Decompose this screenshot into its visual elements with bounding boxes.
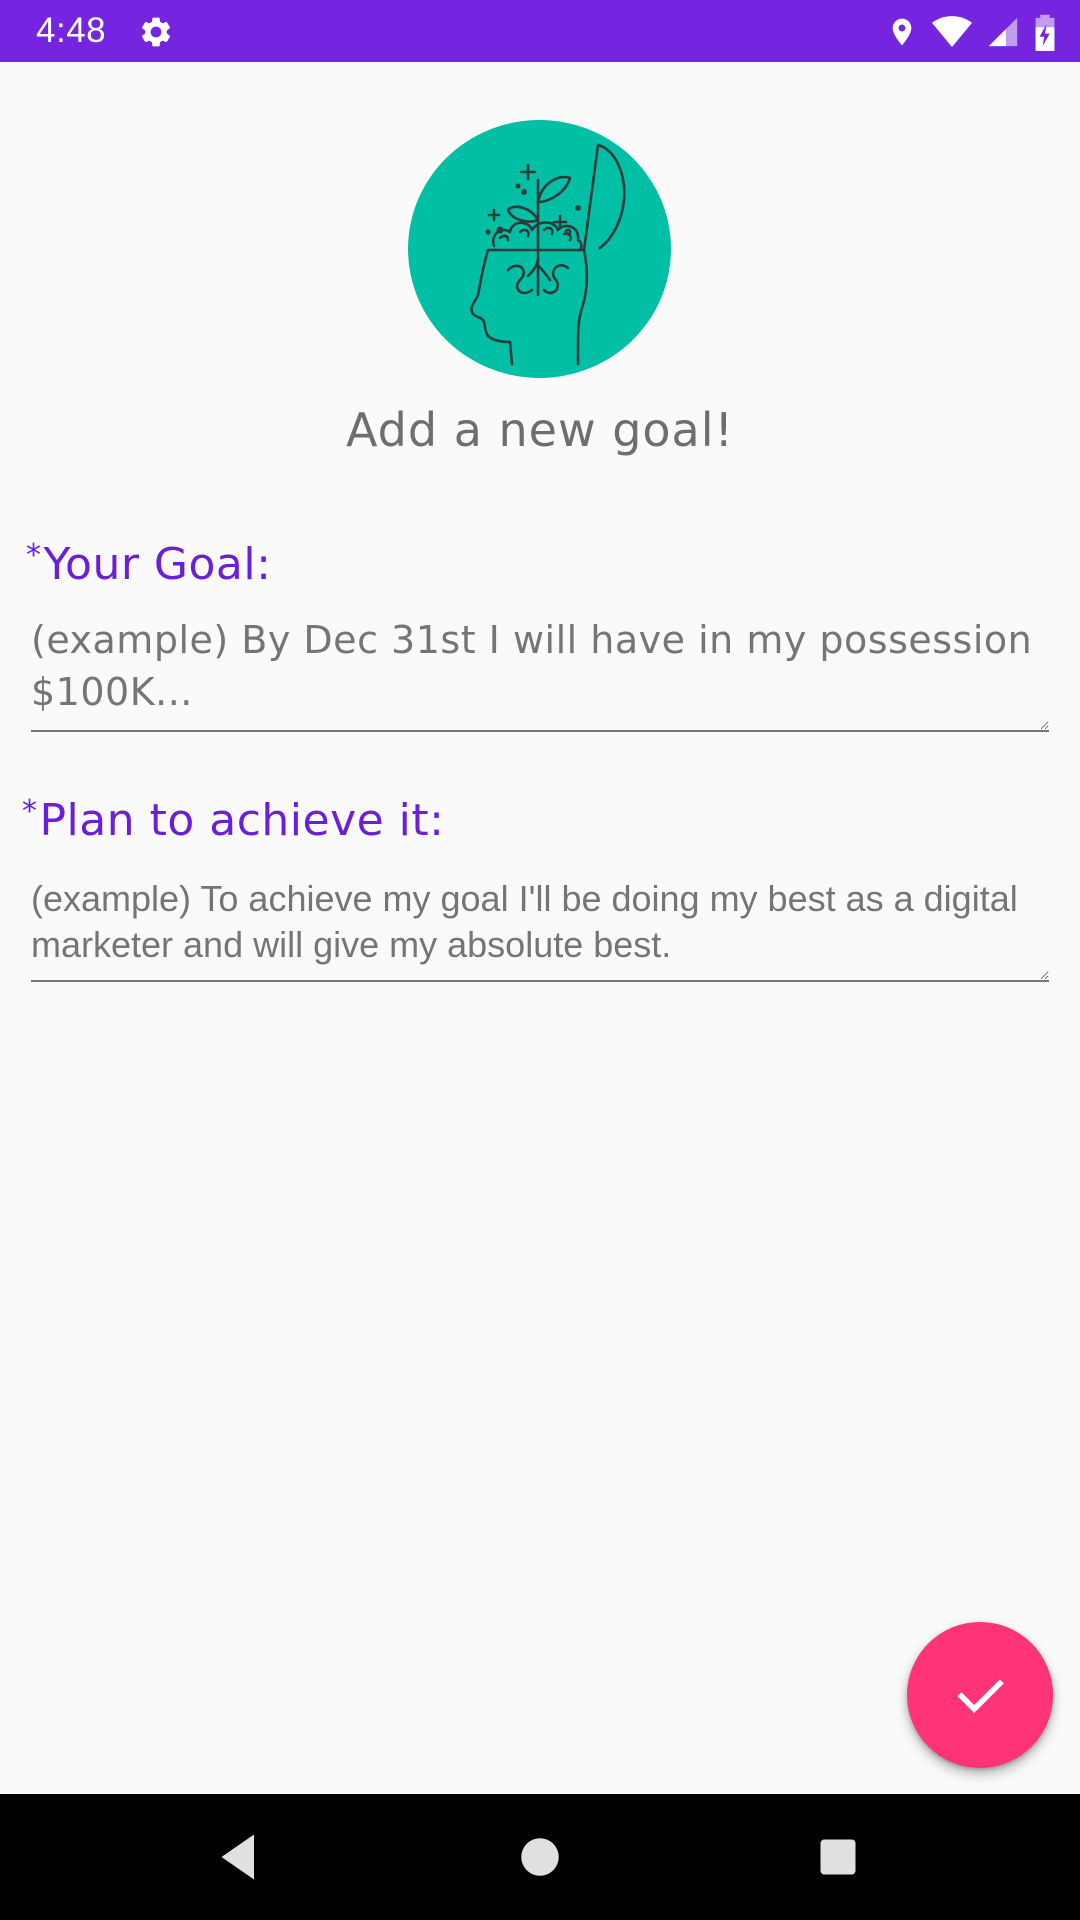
plan-input[interactable]: [31, 876, 1049, 982]
location-icon: [886, 14, 918, 50]
battery-charging-icon: [1034, 13, 1056, 51]
wifi-icon: [932, 15, 972, 49]
back-icon: [221, 1834, 254, 1880]
plan-label: *Plan to achieve it:: [22, 784, 444, 849]
gear-icon: [138, 14, 174, 50]
status-time: 4:48: [36, 11, 107, 50]
cell-signal-icon: [986, 15, 1020, 49]
add-goal-screen: 4:48 Add a new goal! *Your Goal: (exampl…: [0, 0, 1080, 1920]
required-marker: *: [26, 538, 42, 573]
home-button[interactable]: [477, 1794, 603, 1920]
system-nav-bar: [0, 1794, 1080, 1920]
home-icon: [521, 1838, 559, 1876]
page-title: Add a new goal!: [346, 403, 734, 457]
save-goal-button[interactable]: [907, 1622, 1053, 1768]
goal-input[interactable]: [31, 614, 1049, 732]
growth-mind-head-icon: [408, 120, 671, 378]
status-bar: 4:48: [0, 0, 1080, 62]
recents-icon: [820, 1839, 856, 1875]
status-icons: [886, 12, 1056, 52]
goal-label-text: Your Goal:: [43, 539, 272, 590]
checkmark-icon: [957, 1679, 1004, 1713]
plan-label-text: Plan to achieve it:: [39, 795, 445, 846]
recents-button[interactable]: [775, 1794, 901, 1920]
required-marker: *: [22, 794, 38, 829]
goal-label: *Your Goal:: [26, 528, 271, 593]
back-button[interactable]: [176, 1794, 302, 1920]
